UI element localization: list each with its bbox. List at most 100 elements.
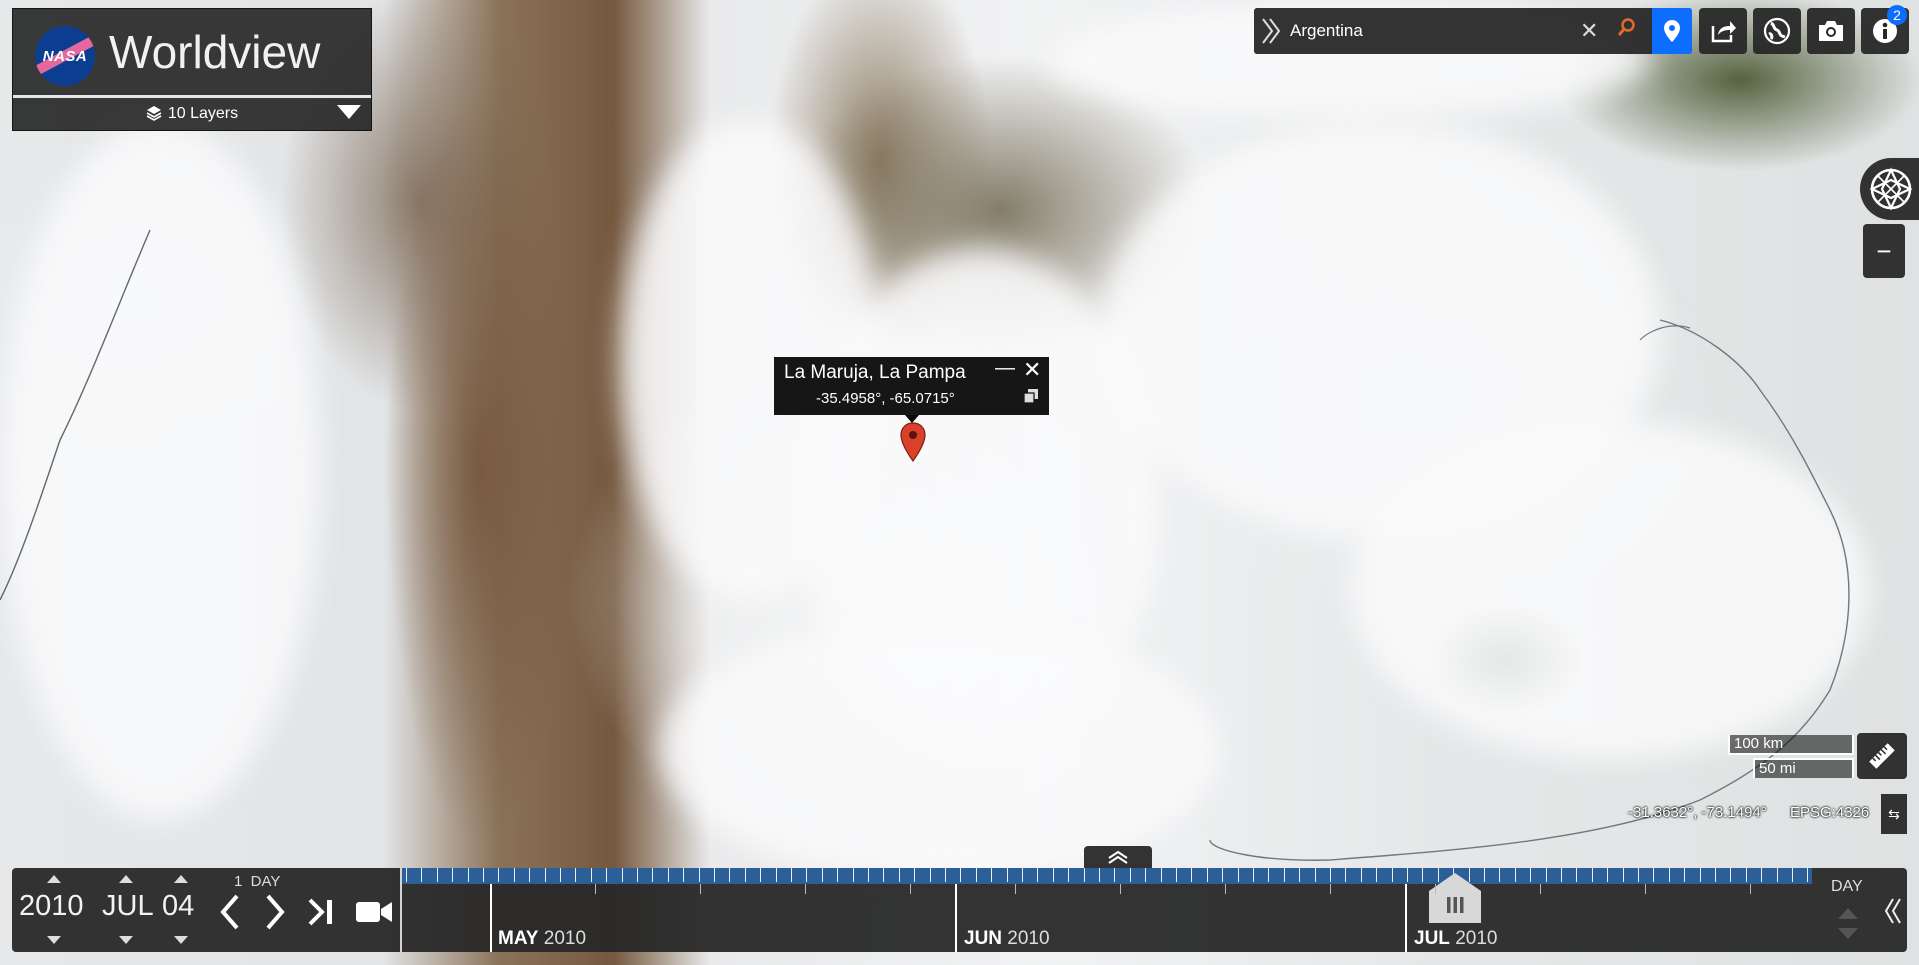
year-decrement-icon[interactable] — [47, 936, 61, 944]
swap-arrows-icon[interactable]: ⇆ — [1881, 794, 1907, 834]
day-tick — [1129, 868, 1131, 882]
day-tick — [1160, 868, 1162, 882]
day-tick — [1314, 868, 1316, 882]
zoom-out-button[interactable]: − — [1863, 224, 1905, 278]
day-tick — [1638, 868, 1639, 882]
day-tick — [575, 868, 577, 882]
previous-day-button[interactable] — [217, 892, 243, 938]
day-input[interactable]: 04 — [162, 890, 194, 923]
minimize-popup-icon[interactable]: — — [995, 357, 1015, 380]
week-tick — [1015, 884, 1016, 894]
popup-place-name: La Maruja, La Pampa — [784, 362, 966, 383]
month-tick — [490, 884, 492, 952]
month-increment-icon[interactable] — [119, 875, 133, 883]
day-tick — [498, 868, 500, 882]
month-input[interactable]: JUL — [102, 890, 154, 923]
day-tick — [637, 868, 638, 882]
day-tick — [1807, 868, 1809, 882]
animation-button[interactable] — [355, 892, 393, 938]
clear-search-icon[interactable]: ✕ — [1580, 18, 1598, 44]
day-tick — [1068, 868, 1070, 882]
nasa-logo[interactable]: NASA — [35, 26, 95, 86]
week-tick — [700, 884, 701, 894]
timeline-zoom-panel: DAY — [1812, 868, 1907, 952]
location-marker-icon[interactable] — [900, 422, 926, 467]
day-tick — [406, 868, 407, 882]
week-tick — [595, 884, 596, 894]
week-tick — [1330, 884, 1331, 894]
day-tick — [1484, 868, 1485, 882]
measure-tool-button[interactable] — [1857, 733, 1907, 779]
day-tick — [945, 868, 946, 882]
timeline-expand-button[interactable] — [1084, 846, 1152, 868]
day-tick — [1699, 868, 1701, 882]
snapshot-button[interactable] — [1807, 8, 1855, 54]
day-tick — [1499, 868, 1501, 882]
day-tick — [606, 868, 608, 882]
location-search-bar: ✕ — [1254, 8, 1692, 54]
projection-button[interactable] — [1753, 8, 1801, 54]
chevron-down-icon[interactable] — [337, 105, 361, 119]
day-tick — [991, 868, 993, 882]
day-tick — [960, 868, 962, 882]
app-title: Worldview — [109, 26, 321, 78]
zoom-out-arrow-icon[interactable] — [1838, 928, 1858, 939]
crs-label: EPSG:4326 — [1790, 804, 1870, 821]
day-tick — [914, 868, 916, 882]
day-tick — [1407, 868, 1408, 882]
chevron-left-icon — [220, 894, 239, 930]
share-icon — [1711, 21, 1736, 43]
month-label: MAY 2010 — [498, 928, 587, 949]
projection-toggle-button[interactable] — [1860, 158, 1919, 220]
timeline-track[interactable]: MAY 2010 JUN 2010 JUL 2010 — [402, 868, 1812, 952]
notification-badge: 2 — [1887, 5, 1907, 25]
location-popup: La Maruja, La Pampa -35.4958°, -65.0715°… — [774, 357, 1049, 423]
share-button[interactable] — [1699, 8, 1747, 54]
week-tick — [1540, 884, 1541, 894]
day-tick — [1191, 868, 1193, 882]
search-input[interactable] — [1288, 20, 1592, 42]
day-tick — [467, 868, 469, 882]
layers-count-label: 10 Layers — [167, 105, 239, 122]
day-tick — [1576, 868, 1578, 882]
month-label: JUL 2010 — [1414, 928, 1498, 949]
day-tick — [1514, 868, 1516, 882]
week-tick — [1120, 884, 1121, 894]
close-popup-icon[interactable]: ✕ — [1023, 357, 1041, 383]
day-tick — [590, 868, 592, 882]
day-decrement-icon[interactable] — [174, 936, 188, 944]
info-button[interactable]: 2 — [1861, 5, 1909, 54]
day-tick — [1222, 868, 1224, 882]
layers-toggle-button[interactable]: 10 Layers — [13, 99, 371, 129]
year-input[interactable]: 2010 — [19, 890, 84, 923]
nasa-logo-text: NASA — [42, 47, 88, 65]
month-decrement-icon[interactable] — [119, 936, 133, 944]
timeline-date-handle[interactable] — [1429, 873, 1481, 923]
day-tick — [1607, 868, 1609, 882]
day-tick — [544, 868, 546, 882]
day-tick — [1684, 868, 1686, 882]
day-tick — [436, 868, 438, 882]
double-chevron-up-icon — [1108, 850, 1128, 864]
double-chevron-right-icon[interactable] — [1254, 8, 1288, 54]
day-tick — [1006, 868, 1008, 882]
day-increment-icon[interactable] — [174, 875, 188, 883]
day-tick — [1545, 868, 1547, 882]
day-tick — [529, 868, 531, 882]
copy-coordinates-icon[interactable] — [1023, 389, 1038, 406]
location-pin-button[interactable] — [1652, 8, 1692, 54]
day-tick — [513, 868, 515, 882]
collapse-timeline-icon[interactable] — [1883, 896, 1903, 933]
day-tick — [1745, 868, 1747, 882]
jump-to-latest-button[interactable] — [305, 892, 339, 938]
popup-coordinates: -35.4958°, -65.0715° — [816, 390, 955, 407]
search-icon[interactable] — [1617, 18, 1636, 44]
year-increment-icon[interactable] — [47, 875, 61, 883]
day-tick — [1345, 868, 1347, 882]
timeline-zoom-label[interactable]: DAY — [1831, 878, 1863, 896]
day-tick — [791, 868, 792, 882]
next-day-button[interactable] — [262, 892, 288, 938]
zoom-in-arrow-icon[interactable] — [1838, 908, 1858, 919]
interval-label[interactable]: 1 DAY — [234, 873, 280, 890]
week-tick — [1435, 884, 1436, 894]
